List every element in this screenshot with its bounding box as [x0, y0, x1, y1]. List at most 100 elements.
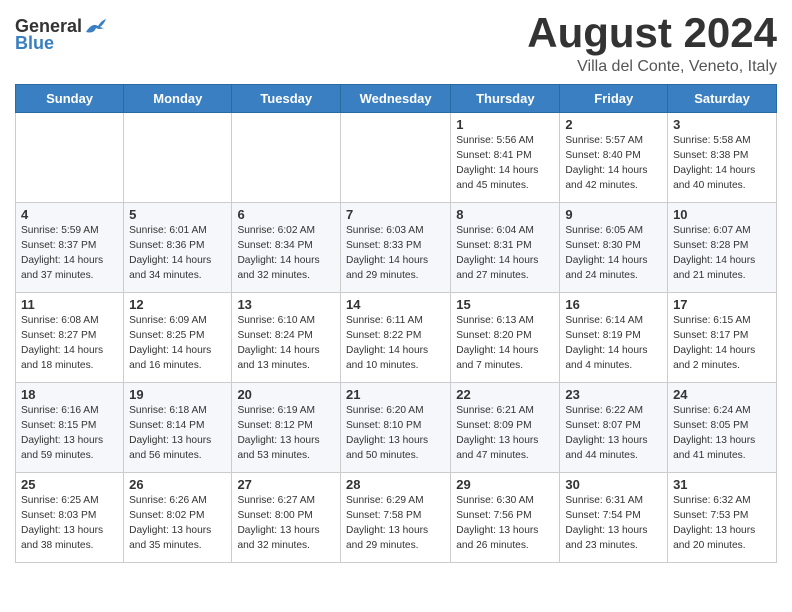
- day-number: 2: [565, 117, 662, 132]
- day-number: 28: [346, 477, 445, 492]
- calendar-cell: 11Sunrise: 6:08 AMSunset: 8:27 PMDayligh…: [16, 293, 124, 383]
- calendar-cell: 22 Sunrise: 6:21 AMSunset: 8:09 PMDayligh…: [451, 383, 560, 473]
- day-info: Sunrise: 6:19 AMSunset: 8:12 PMDaylight:…: [237, 404, 335, 463]
- calendar-cell: 3 Sunrise: 5:58 AMSunset: 8:38 PMDaylight…: [668, 113, 777, 203]
- day-info: Sunrise: 5:59 AMSunset: 8:37 PMDaylight:…: [21, 224, 118, 283]
- day-number: 29: [456, 477, 554, 492]
- calendar-week-row: 18Sunrise: 6:16 AMSunset: 8:15 PMDayligh…: [16, 383, 777, 473]
- day-info: Sunrise: 6:26 AMSunset: 8:02 PMDaylight:…: [129, 494, 226, 553]
- day-number: 4: [21, 207, 118, 222]
- logo: General Blue: [15, 16, 106, 54]
- day-number: 31: [673, 477, 771, 492]
- calendar-header-monday: Monday: [124, 85, 232, 113]
- calendar-cell: 14 Sunrise: 6:11 AMSunset: 8:22 PMDayligh…: [341, 293, 451, 383]
- calendar-cell: 29 Sunrise: 6:30 AMSunset: 7:56 PMDayligh…: [451, 473, 560, 563]
- day-info: Sunrise: 6:07 AMSunset: 8:28 PMDaylight:…: [673, 224, 771, 283]
- calendar-header-row: SundayMondayTuesdayWednesdayThursdayFrid…: [16, 85, 777, 113]
- calendar-week-row: 25 Sunrise: 6:25 AMSunset: 8:03 PMDayligh…: [16, 473, 777, 563]
- day-number: 14: [346, 297, 445, 312]
- calendar-header-saturday: Saturday: [668, 85, 777, 113]
- calendar-header-tuesday: Tuesday: [232, 85, 341, 113]
- calendar-cell: 16 Sunrise: 6:14 AMSunset: 8:19 PMDayligh…: [560, 293, 668, 383]
- day-info: Sunrise: 6:32 AMSunset: 7:53 PMDaylight:…: [673, 494, 771, 553]
- calendar-cell: 15 Sunrise: 6:13 AMSunset: 8:20 PMDayligh…: [451, 293, 560, 383]
- day-info: Sunrise: 6:09 AMSunset: 8:25 PMDaylight:…: [129, 314, 226, 373]
- title-section: August 2024 Villa del Conte, Veneto, Ita…: [527, 10, 777, 76]
- page-header: General Blue August 2024 Villa del Conte…: [15, 10, 777, 76]
- day-info: Sunrise: 6:02 AMSunset: 8:34 PMDaylight:…: [237, 224, 335, 283]
- day-number: 21: [346, 387, 445, 402]
- day-number: 5: [129, 207, 226, 222]
- calendar-cell: 27 Sunrise: 6:27 AMSunset: 8:00 PMDayligh…: [232, 473, 341, 563]
- day-number: 25: [21, 477, 118, 492]
- day-number: 19: [129, 387, 226, 402]
- day-number: 27: [237, 477, 335, 492]
- calendar-cell: 10 Sunrise: 6:07 AMSunset: 8:28 PMDayligh…: [668, 203, 777, 293]
- day-number: 23: [565, 387, 662, 402]
- day-info: Sunrise: 6:18 AMSunset: 8:14 PMDaylight:…: [129, 404, 226, 463]
- day-info: Sunrise: 5:56 AMSunset: 8:41 PMDaylight:…: [456, 134, 554, 193]
- day-number: 13: [237, 297, 335, 312]
- day-info: Sunrise: 6:13 AMSunset: 8:20 PMDaylight:…: [456, 314, 554, 373]
- day-info: Sunrise: 6:22 AMSunset: 8:07 PMDaylight:…: [565, 404, 662, 463]
- day-number: 10: [673, 207, 771, 222]
- calendar-cell: 7 Sunrise: 6:03 AMSunset: 8:33 PMDaylight…: [341, 203, 451, 293]
- calendar-cell: 6 Sunrise: 6:02 AMSunset: 8:34 PMDaylight…: [232, 203, 341, 293]
- day-info: Sunrise: 6:21 AMSunset: 8:09 PMDaylight:…: [456, 404, 554, 463]
- day-number: 15: [456, 297, 554, 312]
- day-number: 7: [346, 207, 445, 222]
- day-info: Sunrise: 6:03 AMSunset: 8:33 PMDaylight:…: [346, 224, 445, 283]
- calendar-cell: [341, 113, 451, 203]
- day-number: 3: [673, 117, 771, 132]
- day-info: Sunrise: 6:24 AMSunset: 8:05 PMDaylight:…: [673, 404, 771, 463]
- day-number: 16: [565, 297, 662, 312]
- day-number: 20: [237, 387, 335, 402]
- day-info: Sunrise: 6:04 AMSunset: 8:31 PMDaylight:…: [456, 224, 554, 283]
- calendar-cell: 12 Sunrise: 6:09 AMSunset: 8:25 PMDayligh…: [124, 293, 232, 383]
- calendar-cell: [232, 113, 341, 203]
- calendar-cell: 25 Sunrise: 6:25 AMSunset: 8:03 PMDayligh…: [16, 473, 124, 563]
- calendar-table: SundayMondayTuesdayWednesdayThursdayFrid…: [15, 84, 777, 563]
- calendar-header-sunday: Sunday: [16, 85, 124, 113]
- day-info: Sunrise: 6:29 AMSunset: 7:58 PMDaylight:…: [346, 494, 445, 553]
- day-info: Sunrise: 6:15 AMSunset: 8:17 PMDaylight:…: [673, 314, 771, 373]
- calendar-cell: 30Sunrise: 6:31 AMSunset: 7:54 PMDayligh…: [560, 473, 668, 563]
- calendar-cell: 13 Sunrise: 6:10 AMSunset: 8:24 PMDayligh…: [232, 293, 341, 383]
- day-number: 22: [456, 387, 554, 402]
- location-subtitle: Villa del Conte, Veneto, Italy: [527, 58, 777, 76]
- day-number: 6: [237, 207, 335, 222]
- day-number: 17: [673, 297, 771, 312]
- day-number: 26: [129, 477, 226, 492]
- logo-bird-icon: [84, 18, 106, 36]
- calendar-cell: 23 Sunrise: 6:22 AMSunset: 8:07 PMDayligh…: [560, 383, 668, 473]
- day-info: Sunrise: 6:30 AMSunset: 7:56 PMDaylight:…: [456, 494, 554, 553]
- calendar-cell: 8Sunrise: 6:04 AMSunset: 8:31 PMDaylight…: [451, 203, 560, 293]
- calendar-cell: 24Sunrise: 6:24 AMSunset: 8:05 PMDayligh…: [668, 383, 777, 473]
- calendar-cell: 9Sunrise: 6:05 AMSunset: 8:30 PMDaylight…: [560, 203, 668, 293]
- day-info: Sunrise: 5:57 AMSunset: 8:40 PMDaylight:…: [565, 134, 662, 193]
- day-info: Sunrise: 6:20 AMSunset: 8:10 PMDaylight:…: [346, 404, 445, 463]
- calendar-cell: [124, 113, 232, 203]
- logo-blue-text: Blue: [15, 33, 54, 54]
- calendar-header-wednesday: Wednesday: [341, 85, 451, 113]
- day-info: Sunrise: 6:25 AMSunset: 8:03 PMDaylight:…: [21, 494, 118, 553]
- day-info: Sunrise: 6:16 AMSunset: 8:15 PMDaylight:…: [21, 404, 118, 463]
- calendar-cell: 20 Sunrise: 6:19 AMSunset: 8:12 PMDayligh…: [232, 383, 341, 473]
- day-number: 1: [456, 117, 554, 132]
- day-info: Sunrise: 5:58 AMSunset: 8:38 PMDaylight:…: [673, 134, 771, 193]
- calendar-cell: 1 Sunrise: 5:56 AMSunset: 8:41 PMDaylight…: [451, 113, 560, 203]
- calendar-cell: 4 Sunrise: 5:59 AMSunset: 8:37 PMDaylight…: [16, 203, 124, 293]
- calendar-cell: 26 Sunrise: 6:26 AMSunset: 8:02 PMDayligh…: [124, 473, 232, 563]
- calendar-cell: 18Sunrise: 6:16 AMSunset: 8:15 PMDayligh…: [16, 383, 124, 473]
- day-info: Sunrise: 6:01 AMSunset: 8:36 PMDaylight:…: [129, 224, 226, 283]
- day-number: 12: [129, 297, 226, 312]
- day-info: Sunrise: 6:10 AMSunset: 8:24 PMDaylight:…: [237, 314, 335, 373]
- day-info: Sunrise: 6:11 AMSunset: 8:22 PMDaylight:…: [346, 314, 445, 373]
- day-info: Sunrise: 6:27 AMSunset: 8:00 PMDaylight:…: [237, 494, 335, 553]
- calendar-cell: 21 Sunrise: 6:20 AMSunset: 8:10 PMDayligh…: [341, 383, 451, 473]
- calendar-cell: 2 Sunrise: 5:57 AMSunset: 8:40 PMDaylight…: [560, 113, 668, 203]
- calendar-cell: 28 Sunrise: 6:29 AMSunset: 7:58 PMDayligh…: [341, 473, 451, 563]
- calendar-header-friday: Friday: [560, 85, 668, 113]
- day-info: Sunrise: 6:14 AMSunset: 8:19 PMDaylight:…: [565, 314, 662, 373]
- calendar-cell: 31 Sunrise: 6:32 AMSunset: 7:53 PMDayligh…: [668, 473, 777, 563]
